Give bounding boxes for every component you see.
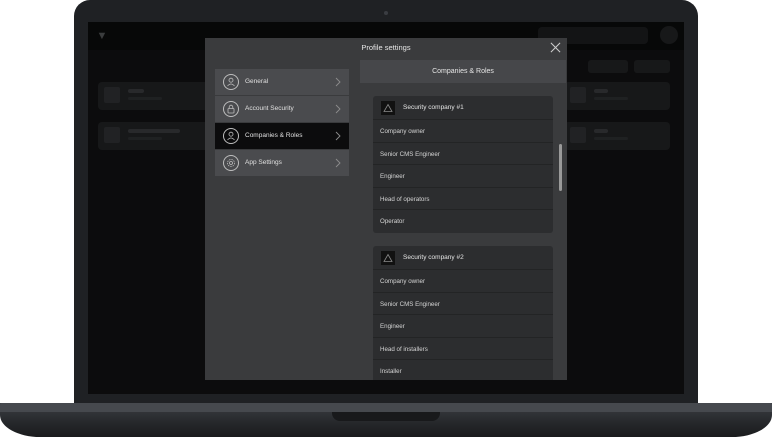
companies-roles-panel: Companies & Roles Security company #1 Co… [360,60,566,380]
person-icon [223,128,239,144]
profile-settings-modal: Profile settings General Account Securit… [205,38,567,380]
laptop-notch [332,412,440,421]
company-name: Security company #2 [403,254,464,261]
company-header[interactable]: Security company #1 [373,96,553,120]
company-name: Security company #1 [403,104,464,111]
role-row[interactable]: Head of operators [373,188,553,211]
role-label: Engineer [380,323,405,331]
role-row[interactable]: Installer [373,360,553,380]
panel-header: Companies & Roles [360,60,566,83]
menu-item-companies-roles[interactable]: Companies & Roles [215,123,349,149]
role-row[interactable]: Engineer [373,165,553,188]
panel-title: Companies & Roles [432,68,494,75]
menu-label: Companies & Roles [245,132,303,139]
gear-icon [223,155,239,171]
role-label: Installer [380,368,402,376]
role-row[interactable]: Company owner [373,120,553,143]
scrollbar[interactable] [559,144,562,191]
modal-title: Profile settings [361,43,411,52]
company-logo-icon [381,101,395,115]
role-label: Operator [380,218,405,226]
role-row[interactable]: Head of installers [373,338,553,361]
role-row[interactable]: Company owner [373,270,553,293]
role-row[interactable]: Senior CMS Engineer [373,143,553,166]
settings-menu: General Account Security Companies & Rol… [215,69,349,177]
chevron-right-icon [335,104,341,114]
role-row[interactable]: Senior CMS Engineer [373,293,553,316]
chevron-right-icon [335,77,341,87]
chevron-right-icon [335,131,341,141]
role-row[interactable]: Engineer [373,315,553,338]
role-label: Senior CMS Engineer [380,300,440,308]
role-label: Company owner [380,278,426,285]
screen: ▼ Profile settings General Account Secur… [88,22,684,394]
role-label: Company owner [380,128,426,135]
role-label: Head of installers [380,345,428,353]
company-header[interactable]: Security company #2 [373,246,553,270]
company-logo-icon [381,251,395,265]
chevron-right-icon [335,158,341,168]
menu-label: General [245,78,269,85]
modal-header: Profile settings [205,38,567,58]
role-row[interactable]: Operator [373,210,553,233]
camera-icon [384,11,388,15]
laptop-base-edge [0,403,772,412]
menu-item-account-security[interactable]: Account Security [215,96,349,122]
role-label: Senior CMS Engineer [380,150,440,158]
menu-label: App Settings [245,159,282,166]
menu-item-app-settings[interactable]: App Settings [215,150,349,176]
close-icon[interactable] [549,41,562,54]
person-icon [223,74,239,90]
menu-label: Account Security [245,105,294,112]
role-label: Engineer [380,173,405,181]
lock-icon [223,101,239,117]
role-label: Head of operators [380,195,430,203]
company-card: Security company #1 Company owner Senior… [373,96,553,233]
company-card: Security company #2 Company owner Senior… [373,246,553,380]
menu-item-general[interactable]: General [215,69,349,95]
